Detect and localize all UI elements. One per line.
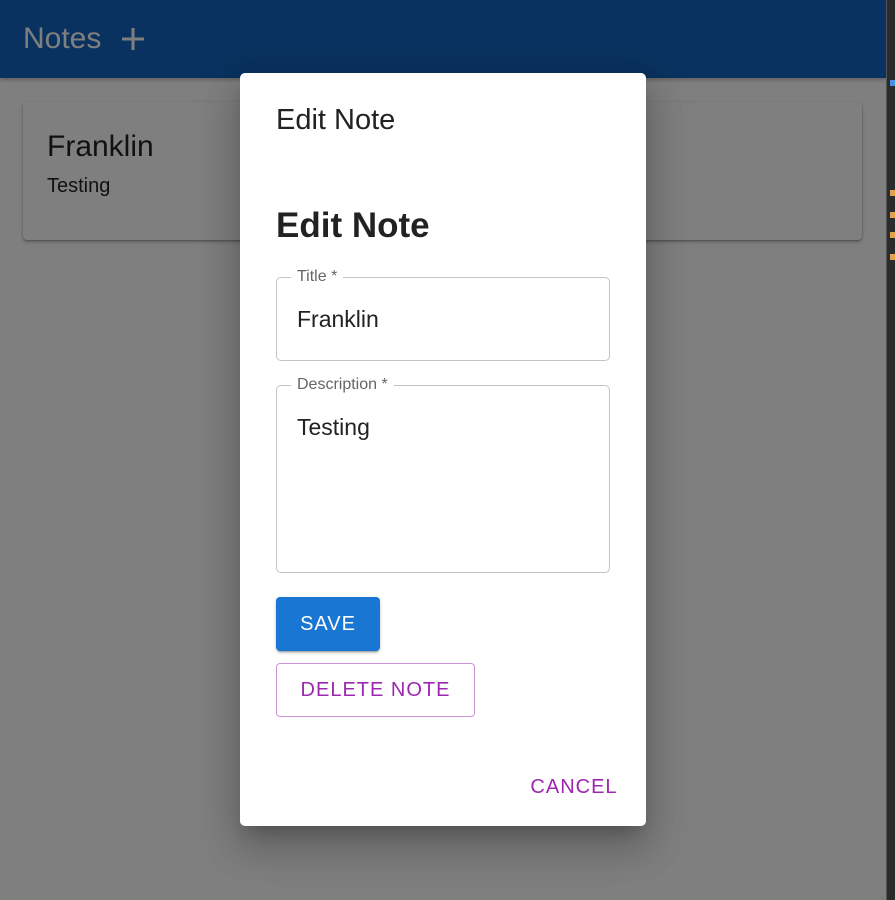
description-field-label: Description * <box>291 375 394 395</box>
description-field[interactable]: Description * Testing <box>276 375 610 573</box>
devtools-marker <box>890 254 895 260</box>
cancel-button[interactable]: CANCEL <box>526 769 622 805</box>
devtools-panel-edge <box>886 0 895 900</box>
title-field[interactable]: Title * <box>276 267 610 361</box>
edit-note-dialog: Edit Note Edit Note Title * Description … <box>240 73 646 826</box>
delete-note-button[interactable]: DELETE NOTE <box>276 663 475 717</box>
dialog-title: Edit Note <box>276 104 396 136</box>
save-button[interactable]: SAVE <box>276 597 380 651</box>
devtools-marker <box>890 232 895 238</box>
devtools-marker <box>890 80 895 86</box>
description-input[interactable]: Testing <box>297 414 587 554</box>
devtools-marker <box>890 190 895 196</box>
devtools-marker <box>890 212 895 218</box>
title-field-label: Title * <box>291 267 344 287</box>
title-input[interactable] <box>297 306 593 333</box>
form-heading: Edit Note <box>276 206 430 245</box>
